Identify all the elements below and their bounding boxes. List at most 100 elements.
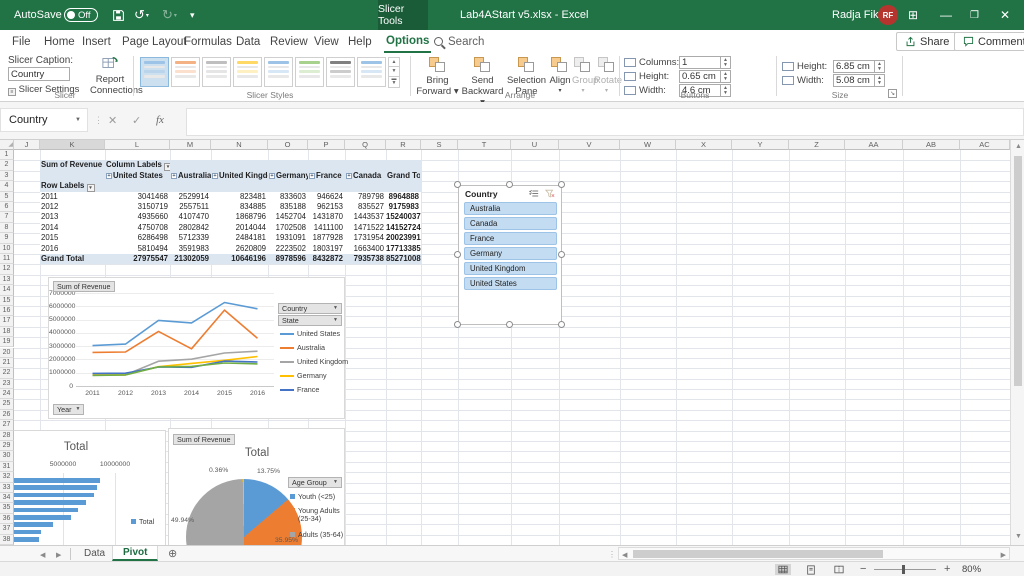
slicer-style-option-7[interactable] <box>326 57 355 87</box>
legend-entry-united-states[interactable]: United States <box>280 329 340 338</box>
bar-series-bar[interactable] <box>11 537 39 542</box>
legend-entry-france[interactable]: France <box>280 385 319 394</box>
column-header-AC[interactable]: AC <box>960 140 1010 150</box>
pivot-col-header-france[interactable]: +France <box>309 171 345 181</box>
row-header-20[interactable]: 20 <box>0 348 14 358</box>
column-header-V[interactable]: V <box>559 140 620 150</box>
tab-formulas[interactable]: Formulas <box>182 30 234 53</box>
bar-series-bar[interactable] <box>11 515 71 520</box>
pivot-row-label-2015[interactable]: 2015 <box>41 233 101 243</box>
row-header-31[interactable]: 31 <box>0 462 14 472</box>
row-header-2[interactable]: 2 <box>0 160 14 170</box>
expand-icon[interactable]: + <box>309 173 315 179</box>
row-header-11[interactable]: 11 <box>0 254 14 264</box>
legend-field-button-state[interactable]: State▼ <box>278 315 342 326</box>
pivot-row-label-2011[interactable]: 2011 <box>41 192 101 202</box>
autosave-toggle[interactable]: Off <box>64 0 98 30</box>
measure-field-button[interactable]: Sum of Revenue <box>53 281 115 292</box>
row-header-5[interactable]: 5 <box>0 192 14 202</box>
row-header-36[interactable]: 36 <box>0 514 14 524</box>
slicer-multiselect-icon[interactable] <box>529 189 539 201</box>
expand-icon[interactable]: + <box>212 173 218 179</box>
minimize-button[interactable]: — <box>940 0 952 30</box>
selection-handle[interactable] <box>558 251 565 258</box>
column-header-K[interactable]: K <box>40 140 105 150</box>
send-backward-button[interactable]: SendBackward ▾ <box>460 57 505 108</box>
search-box[interactable]: Search <box>432 30 486 53</box>
tab-review[interactable]: Review <box>268 30 310 53</box>
slicer-item-canada[interactable]: Canada <box>464 217 557 230</box>
save-button[interactable] <box>112 0 125 30</box>
axis-field-button-year[interactable]: Year▼ <box>53 404 84 415</box>
comments-button[interactable]: Comments <box>954 32 1024 51</box>
tab-options[interactable]: Options <box>384 30 431 53</box>
pivot-col-header-united-states[interactable]: +United States <box>106 171 170 181</box>
zoom-out-icon[interactable]: − <box>860 563 866 575</box>
row-header-27[interactable]: 27 <box>0 420 14 430</box>
slicer-style-option-4[interactable] <box>233 57 262 87</box>
row-header-25[interactable]: 25 <box>0 399 14 409</box>
slicer-style-option-6[interactable] <box>295 57 324 87</box>
column-header-AB[interactable]: AB <box>903 140 960 150</box>
series-germany[interactable] <box>93 357 258 375</box>
series-united-states[interactable] <box>93 303 258 346</box>
row-header-37[interactable]: 37 <box>0 524 14 534</box>
expand-icon[interactable]: + <box>106 173 112 179</box>
bar-series-bar[interactable] <box>11 500 86 505</box>
bar-series-bar[interactable] <box>11 508 78 513</box>
row-header-1[interactable]: 1 <box>0 150 14 160</box>
slicer-item-france[interactable]: France <box>464 232 557 245</box>
customize-quick-access-icon[interactable]: ▾ <box>190 0 195 30</box>
expand-icon[interactable]: + <box>269 173 275 179</box>
pivot-row-label-2012[interactable]: 2012 <box>41 202 101 212</box>
legend-entry-australia[interactable]: Australia <box>280 343 325 352</box>
legend-entry-united-kingdom[interactable]: United Kingdom <box>280 357 348 366</box>
horizontal-scroll-thumb[interactable] <box>633 550 883 558</box>
pivot-row-label-2013[interactable]: 2013 <box>41 212 101 222</box>
bar-series-bar[interactable] <box>11 493 94 498</box>
enter-entry-icon[interactable]: ✓ <box>132 108 141 132</box>
buttons-columns-input[interactable]: 1 <box>679 56 721 69</box>
column-header-Z[interactable]: Z <box>789 140 845 150</box>
buttons-height-input[interactable]: 0.65 cm <box>679 70 721 83</box>
row-header-4[interactable]: 4 <box>0 181 14 191</box>
new-sheet-icon[interactable]: ⊕ <box>168 547 177 560</box>
buttons-height-spinner[interactable]: ▲▼ <box>721 70 731 83</box>
row-header-35[interactable]: 35 <box>0 503 14 513</box>
worksheet[interactable]: ◢JKLMNOPQRSTUVWXYZAAABAC1234567891011121… <box>0 140 1010 545</box>
row-header-7[interactable]: 7 <box>0 212 14 222</box>
age-group-field-button[interactable]: Age Group▼ <box>288 477 342 488</box>
tab-view[interactable]: View <box>312 30 341 53</box>
sheet-tab-pivot[interactable]: Pivot <box>112 546 158 561</box>
ribbon-display-options-icon[interactable]: ⊞ <box>908 0 918 30</box>
slicer-style-option-2[interactable] <box>171 57 200 87</box>
share-button[interactable]: Share <box>896 32 958 51</box>
column-header-O[interactable]: O <box>268 140 308 150</box>
slicer-item-germany[interactable]: Germany <box>464 247 557 260</box>
expand-icon[interactable]: + <box>346 173 352 179</box>
page-break-view-icon[interactable] <box>831 564 847 575</box>
name-box-dropdown-icon[interactable]: ▼ <box>75 117 81 123</box>
bar-series-bar[interactable] <box>11 485 97 490</box>
sheet-nav-left-icon[interactable]: ◀ <box>40 551 45 559</box>
column-header-X[interactable]: X <box>676 140 732 150</box>
zoom-slider-track[interactable] <box>874 569 936 570</box>
selection-handle[interactable] <box>558 181 565 188</box>
column-header-W[interactable]: W <box>620 140 676 150</box>
column-header-U[interactable]: U <box>511 140 559 150</box>
tab-help[interactable]: Help <box>346 30 374 53</box>
row-header-28[interactable]: 28 <box>0 431 14 441</box>
bar-series-bar[interactable] <box>11 478 100 483</box>
selection-handle[interactable] <box>558 321 565 328</box>
column-labels-filter-icon[interactable]: ▾ <box>164 163 170 170</box>
tab-data[interactable]: Data <box>234 30 262 53</box>
row-header-15[interactable]: 15 <box>0 296 14 306</box>
slicer-item-united-kingdom[interactable]: United Kingdom <box>464 262 557 275</box>
zoom-in-icon[interactable]: + <box>944 563 950 575</box>
slicer-caption-input[interactable]: Country <box>8 67 70 81</box>
column-header-N[interactable]: N <box>211 140 268 150</box>
tab-home[interactable]: Home <box>42 30 77 53</box>
row-header-3[interactable]: 3 <box>0 171 14 181</box>
sheet-nav-right-icon[interactable]: ▶ <box>56 551 61 559</box>
row-header-9[interactable]: 9 <box>0 233 14 243</box>
